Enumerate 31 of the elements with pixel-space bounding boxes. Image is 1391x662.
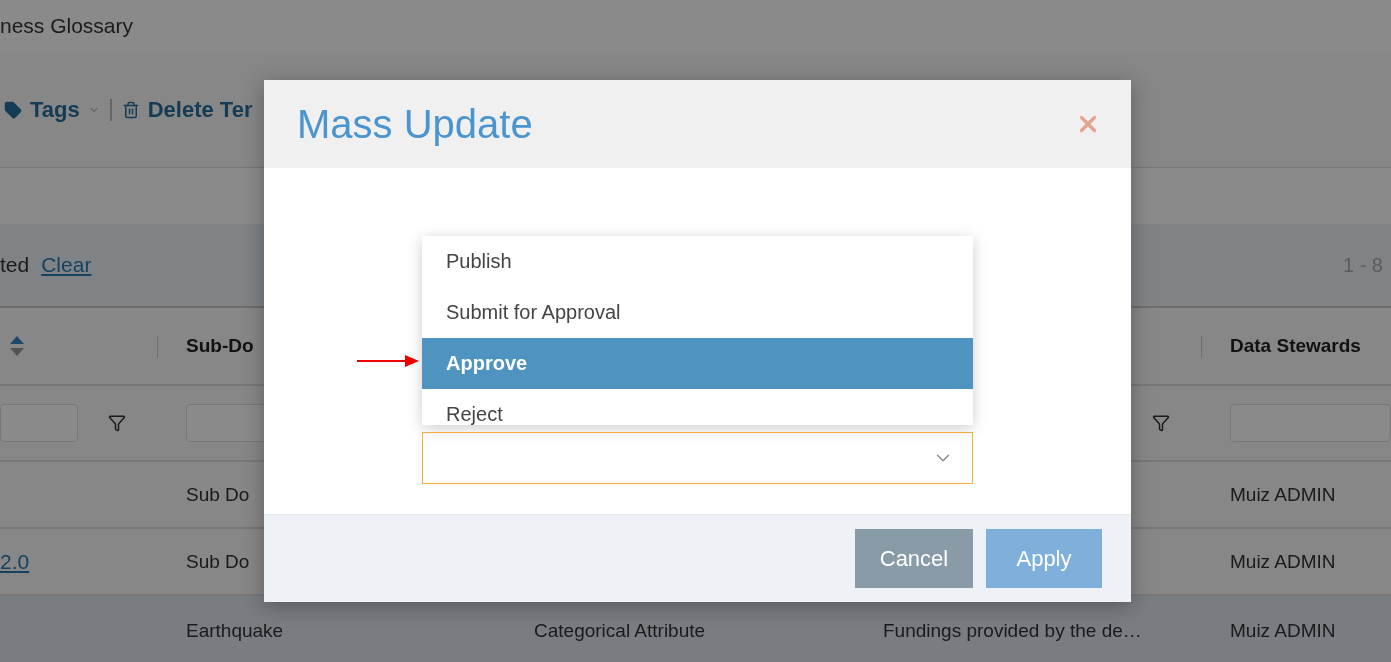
table-row[interactable]: Earthquake Categorical Attribute Fundings provided by the de… Muiz ADMIN [0,596,1391,662]
dropdown-option[interactable]: Approve [422,338,973,389]
clear-link[interactable]: Clear [41,253,92,277]
column-header[interactable]: Sub-Do [186,335,254,357]
table-cell: Muiz ADMIN [1230,483,1336,506]
dropdown-option[interactable]: Reject [422,389,973,425]
table-cell: Fundings provided by the de… [883,619,1142,642]
toolbar-button[interactable]: Tags [4,96,100,123]
dropdown-option[interactable]: Publish [422,236,973,287]
column-header[interactable]: Data Stewards [1230,335,1361,357]
pointer-arrow [357,355,419,367]
page-title: ness Glossary [0,14,134,38]
dropdown-option[interactable]: Submit for Approval [422,287,973,338]
term-link[interactable]: 2.0 [0,549,30,574]
table-cell: Categorical Attribute [534,619,706,642]
apply-button[interactable]: Apply [986,529,1102,588]
trash-icon [121,100,140,119]
table-cell: Sub Do [186,550,250,573]
toolbar-button[interactable]: Delete Ter [121,96,253,123]
table-cell: Muiz ADMIN [1230,550,1336,573]
sort-icon[interactable] [9,335,25,357]
filter-icon[interactable] [108,414,126,432]
table-cell: Earthquake [186,619,284,642]
table-cell: Sub Do [186,483,250,506]
cancel-button[interactable]: Cancel [855,529,973,588]
filter-icon[interactable] [1152,414,1170,432]
status-select[interactable] [422,432,973,484]
dialog-title: Mass Update [297,101,533,147]
table-cell: Muiz ADMIN [1230,619,1336,642]
selection-status: ted [0,253,30,277]
tag-icon [4,100,22,119]
